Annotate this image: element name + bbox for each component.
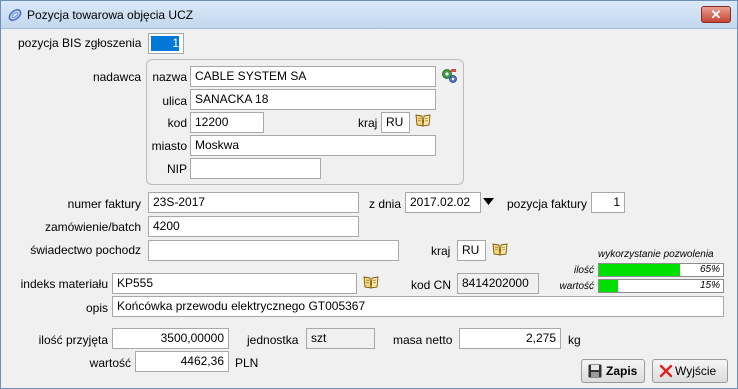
sender-country-input[interactable]: RU (381, 112, 410, 133)
sender-country-label: kraj (358, 116, 378, 130)
value-label: wartość (89, 356, 131, 370)
net-mass-unit: kg (568, 333, 581, 347)
net-mass-label: masa netto (393, 333, 453, 347)
sender-city-input[interactable]: Moskwa (190, 135, 436, 156)
origin-certificate-input[interactable] (148, 240, 399, 261)
floppy-disk-icon (588, 364, 602, 378)
sender-zip-label: kod (167, 116, 187, 130)
gears-icon[interactable] (441, 67, 458, 84)
book-icon[interactable] (415, 113, 431, 128)
close-button[interactable]: ✕ (701, 6, 731, 23)
sender-city-label: miasto (151, 139, 187, 153)
description-input[interactable]: Końcówka przewodu elektrycznego GT005367 (112, 296, 724, 317)
permit-value-percent: 15% (699, 280, 720, 291)
order-label: zamówienie/batch (44, 220, 141, 234)
save-button[interactable]: Zapis (581, 359, 645, 383)
invoice-position-input[interactable]: 1 (591, 192, 625, 213)
permit-qty-bar: 65% (598, 263, 724, 277)
sender-name-input[interactable]: CABLE SYSTEM SA (190, 66, 436, 87)
sender-label: nadawca (92, 70, 141, 84)
invoice-number-input[interactable]: 23S-2017 (148, 192, 359, 213)
exit-button[interactable]: Wyjście (652, 359, 728, 383)
permit-qty-percent: 65% (699, 264, 720, 275)
permit-usage-heading: wykorzystanie pozwolenia (598, 249, 714, 260)
net-mass-input[interactable]: 2,275 (459, 328, 561, 349)
cn-code-label: kod CN (411, 278, 452, 292)
invoice-position-label: pozycja faktury (507, 197, 588, 211)
sender-street-label: ulica (162, 94, 187, 108)
sender-nip-label: NIP (166, 162, 187, 176)
origin-country-input[interactable]: RU (457, 240, 486, 261)
bis-input[interactable]: 1 (148, 33, 184, 54)
window-title: Pozycja towarowa objęcia UCZ (27, 8, 194, 22)
sender-street-input[interactable]: SANACKA 18 (190, 89, 436, 110)
book-icon[interactable] (492, 242, 508, 257)
origin-certificate-label: świadectwo pochodz (30, 243, 141, 257)
order-input[interactable]: 4200 (148, 216, 359, 237)
book-icon[interactable] (363, 275, 379, 290)
description-label: opis (85, 301, 108, 315)
received-qty-input[interactable]: 3500,00000 (112, 328, 229, 349)
material-index-input[interactable]: KP555 (112, 273, 357, 294)
permit-qty-label: ilość (573, 265, 594, 276)
unit-label: jednostka (247, 333, 299, 347)
red-x-icon (659, 364, 673, 378)
invoice-date-input[interactable]: 2017.02.02 (405, 192, 481, 213)
sender-name-label: nazwa (152, 70, 187, 84)
caret-down-icon[interactable] (483, 198, 494, 206)
bis-label: pozycja BIS zgłoszenia (18, 36, 142, 50)
invoice-number-label: numer faktury (67, 197, 141, 211)
save-button-label: Zapis (606, 364, 638, 378)
material-index-label: indeks materiału (20, 277, 108, 291)
sender-zip-input[interactable]: 12200 (190, 112, 264, 133)
invoice-date-label: z dnia (369, 197, 402, 211)
title-bar[interactable]: Pozycja towarowa objęcia UCZ ✕ (1, 1, 737, 29)
permit-value-label: wartość (559, 281, 594, 292)
permit-value-bar: 15% (598, 279, 724, 293)
received-qty-label: ilość przyjęta (38, 333, 108, 347)
dialog-window: Pozycja towarowa objęcia UCZ ✕ pozycja B… (0, 0, 738, 389)
unit-input[interactable]: szt (306, 328, 375, 349)
permit-qty-fill (599, 264, 680, 276)
paperclip-icon (8, 9, 22, 21)
sender-nip-input[interactable] (190, 158, 321, 179)
cn-code-input[interactable]: 8414202000 (457, 273, 539, 294)
bis-value: 1 (151, 36, 179, 51)
exit-button-label: Wyjście (675, 364, 717, 378)
currency-label: PLN (235, 356, 259, 370)
permit-value-fill (599, 280, 618, 292)
value-input[interactable]: 4462,36 (135, 351, 229, 372)
origin-country-label: kraj (431, 244, 451, 258)
